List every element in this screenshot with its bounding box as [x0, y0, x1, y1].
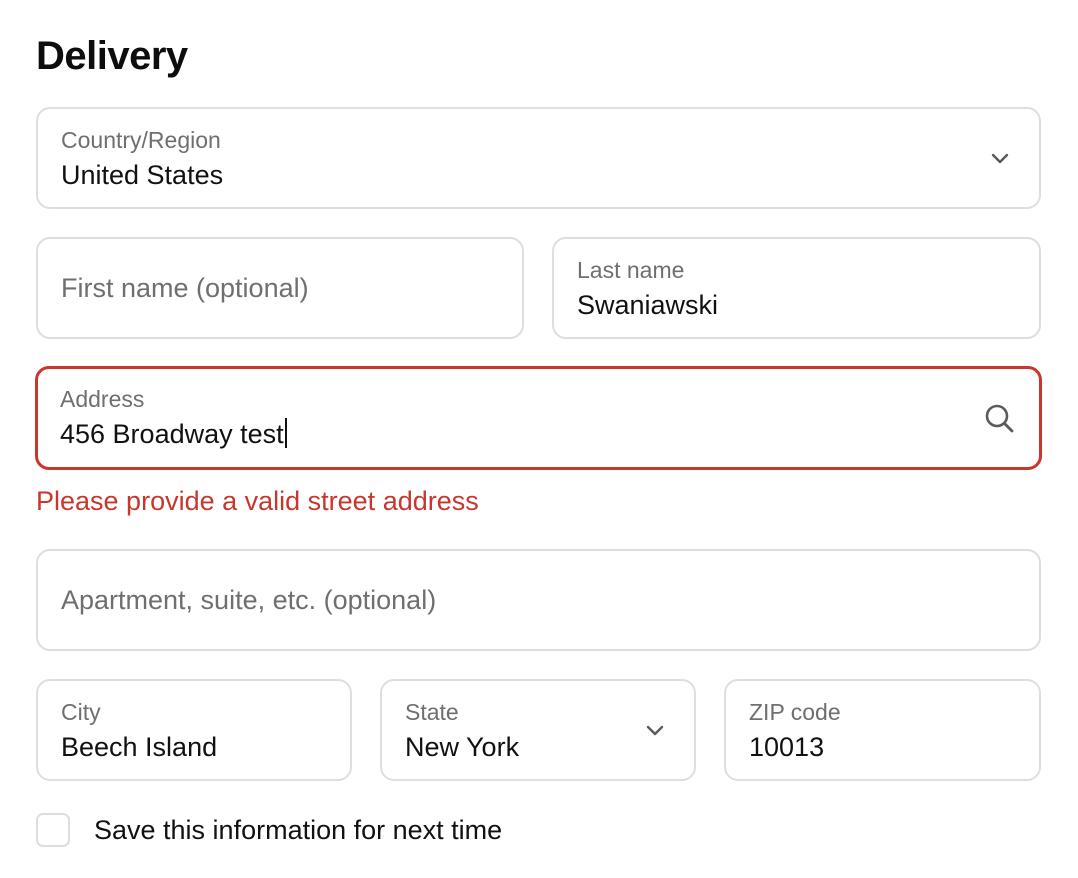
country-value: United States — [61, 160, 224, 190]
apartment-field[interactable]: Apartment, suite, etc. (optional) — [36, 549, 1041, 651]
save-info-row: Save this information for next time — [36, 810, 502, 850]
section-title: Delivery — [36, 34, 188, 78]
chevron-down-icon — [646, 725, 664, 736]
apartment-placeholder: Apartment, suite, etc. (optional) — [61, 584, 437, 615]
address-value-wrapper: 456 Broadway test — [60, 417, 287, 451]
city-value: Beech Island — [61, 732, 218, 762]
state-label: State — [405, 699, 459, 725]
chevron-down-icon — [991, 153, 1009, 164]
save-info-label[interactable]: Save this information for next time — [94, 815, 502, 846]
last-name-value: Swaniawski — [577, 290, 719, 320]
zip-value: 10013 — [749, 732, 825, 762]
state-select[interactable]: State New York — [380, 679, 696, 781]
state-value: New York — [405, 732, 520, 762]
first-name-placeholder: First name (optional) — [61, 272, 309, 303]
zip-field[interactable]: ZIP code 10013 — [724, 679, 1041, 781]
address-label: Address — [60, 386, 145, 412]
country-select[interactable]: Country/Region United States — [36, 107, 1041, 209]
address-field[interactable]: Address 456 Broadway test — [35, 366, 1042, 470]
text-caret — [284, 418, 287, 448]
zip-label: ZIP code — [749, 699, 841, 725]
address-error-message: Please provide a valid street address — [36, 486, 479, 516]
first-name-field[interactable]: First name (optional) — [36, 237, 524, 339]
search-icon[interactable] — [984, 403, 1016, 435]
address-value: 456 Broadway test — [60, 419, 284, 449]
last-name-label: Last name — [577, 257, 685, 283]
city-field[interactable]: City Beech Island — [36, 679, 352, 781]
last-name-field[interactable]: Last name Swaniawski — [552, 237, 1041, 339]
save-info-checkbox[interactable] — [36, 813, 70, 847]
country-label: Country/Region — [61, 127, 221, 153]
city-label: City — [61, 699, 101, 725]
